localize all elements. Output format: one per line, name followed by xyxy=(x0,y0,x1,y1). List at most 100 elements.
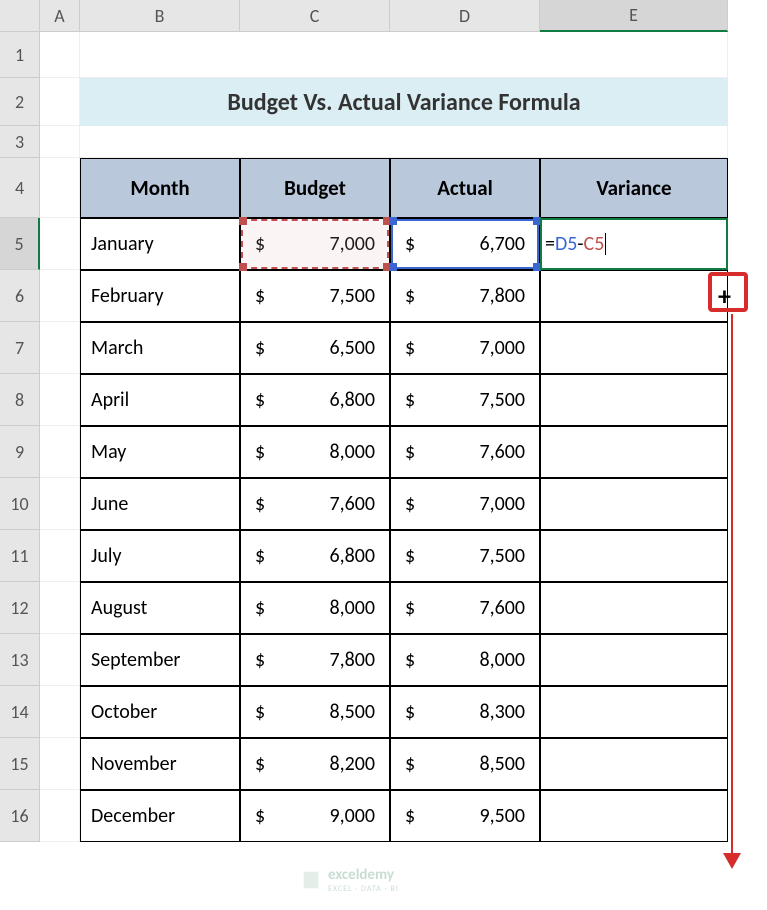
col-header-a[interactable]: A xyxy=(40,0,80,32)
budget-cell[interactable]: $6,800 xyxy=(240,530,390,582)
cell-a[interactable] xyxy=(40,634,80,686)
variance-cell[interactable] xyxy=(540,634,728,686)
col-header-b[interactable]: B xyxy=(80,0,240,32)
watermark-tag: EXCEL · DATA · BI xyxy=(328,884,399,894)
col-header-d[interactable]: D xyxy=(390,0,540,32)
row-header-11[interactable]: 11 xyxy=(0,530,40,582)
row-header-4[interactable]: 4 xyxy=(0,158,40,218)
cell-a[interactable] xyxy=(40,790,80,842)
budget-cell[interactable]: $8,500 xyxy=(240,686,390,738)
cell-a[interactable] xyxy=(40,582,80,634)
variance-cell[interactable] xyxy=(540,738,728,790)
row-header-16[interactable]: 16 xyxy=(0,790,40,842)
cell-a[interactable] xyxy=(40,426,80,478)
month-cell[interactable]: November xyxy=(80,738,240,790)
actual-cell[interactable]: $7,500 xyxy=(390,374,540,426)
variance-cell[interactable] xyxy=(540,426,728,478)
formula-equals: = xyxy=(545,232,555,256)
row-header-15[interactable]: 15 xyxy=(0,738,40,790)
month-cell[interactable]: May xyxy=(80,426,240,478)
header-month[interactable]: Month xyxy=(80,158,240,218)
row-header-2[interactable]: 2 xyxy=(0,78,40,126)
variance-cell[interactable] xyxy=(540,374,728,426)
actual-cell[interactable]: $7,000 xyxy=(390,322,540,374)
actual-cell[interactable]: $9,500 xyxy=(390,790,540,842)
cell-a3[interactable] xyxy=(40,126,80,158)
variance-cell[interactable] xyxy=(540,322,728,374)
cell-a[interactable] xyxy=(40,218,80,270)
variance-cell[interactable]: =D5-C5 xyxy=(540,218,728,270)
cell-b1[interactable] xyxy=(80,32,728,78)
variance-cell[interactable] xyxy=(540,582,728,634)
month-cell[interactable]: August xyxy=(80,582,240,634)
month-cell[interactable]: October xyxy=(80,686,240,738)
table-row: February$7,500$7,800 xyxy=(40,270,767,322)
cell-a4[interactable] xyxy=(40,158,80,218)
cell-a[interactable] xyxy=(40,530,80,582)
col-header-c[interactable]: C xyxy=(240,0,390,32)
header-budget[interactable]: Budget xyxy=(240,158,390,218)
col-header-e[interactable]: E xyxy=(540,0,728,32)
month-cell[interactable]: April xyxy=(80,374,240,426)
budget-cell[interactable]: $7,000 xyxy=(240,218,390,270)
cell-a1[interactable] xyxy=(40,32,80,78)
row-header-6[interactable]: 6 xyxy=(0,270,40,322)
month-cell[interactable]: September xyxy=(80,634,240,686)
variance-cell[interactable] xyxy=(540,686,728,738)
cell-a2[interactable] xyxy=(40,78,80,126)
variance-cell[interactable] xyxy=(540,478,728,530)
row-header-12[interactable]: 12 xyxy=(0,582,40,634)
actual-cell[interactable]: $7,600 xyxy=(390,582,540,634)
variance-cell[interactable] xyxy=(540,790,728,842)
cell-a[interactable] xyxy=(40,738,80,790)
actual-cell[interactable]: $8,000 xyxy=(390,634,540,686)
variance-cell[interactable] xyxy=(540,530,728,582)
cell-a[interactable] xyxy=(40,478,80,530)
month-cell[interactable]: February xyxy=(80,270,240,322)
row-header-7[interactable]: 7 xyxy=(0,322,40,374)
actual-cell[interactable]: $7,500 xyxy=(390,530,540,582)
actual-cell[interactable]: $7,000 xyxy=(390,478,540,530)
cell-b3[interactable] xyxy=(80,126,728,158)
cell-a[interactable] xyxy=(40,374,80,426)
row-header-13[interactable]: 13 xyxy=(0,634,40,686)
month-cell[interactable]: March xyxy=(80,322,240,374)
budget-cell[interactable]: $7,600 xyxy=(240,478,390,530)
actual-cell[interactable]: $8,500 xyxy=(390,738,540,790)
table-row: July$6,800$7,500 xyxy=(40,530,767,582)
month-cell[interactable]: December xyxy=(80,790,240,842)
actual-cell[interactable]: $8,300 xyxy=(390,686,540,738)
budget-cell[interactable]: $9,000 xyxy=(240,790,390,842)
month-cell[interactable]: July xyxy=(80,530,240,582)
budget-cell[interactable]: $7,800 xyxy=(240,634,390,686)
row-header-3[interactable]: 3 xyxy=(0,126,40,158)
cell-a[interactable] xyxy=(40,686,80,738)
row-header-10[interactable]: 10 xyxy=(0,478,40,530)
budget-cell[interactable]: $8,000 xyxy=(240,426,390,478)
row-header-14[interactable]: 14 xyxy=(0,686,40,738)
actual-cell[interactable]: $7,800 xyxy=(390,270,540,322)
title-cell[interactable]: Budget Vs. Actual Variance Formula xyxy=(80,78,728,126)
cell-a[interactable] xyxy=(40,322,80,374)
cell-a[interactable] xyxy=(40,270,80,322)
header-variance[interactable]: Variance xyxy=(540,158,728,218)
table-row: September$7,800$8,000 xyxy=(40,634,767,686)
variance-cell[interactable] xyxy=(540,270,728,322)
budget-cell[interactable]: $7,500 xyxy=(240,270,390,322)
row-header-8[interactable]: 8 xyxy=(0,374,40,426)
budget-cell[interactable]: $6,500 xyxy=(240,322,390,374)
row-header-1[interactable]: 1 xyxy=(0,32,40,78)
row-header-5[interactable]: 5 xyxy=(0,218,40,270)
month-cell[interactable]: June xyxy=(80,478,240,530)
row-header-9[interactable]: 9 xyxy=(0,426,40,478)
actual-cell[interactable]: $7,600 xyxy=(390,426,540,478)
budget-cell[interactable]: $6,800 xyxy=(240,374,390,426)
budget-cell[interactable]: $8,200 xyxy=(240,738,390,790)
table-row: August$8,000$7,600 xyxy=(40,582,767,634)
select-all-corner[interactable] xyxy=(0,0,40,32)
budget-cell[interactable]: $8,000 xyxy=(240,582,390,634)
fill-cursor-icon: + xyxy=(718,280,731,312)
month-cell[interactable]: January xyxy=(80,218,240,270)
header-actual[interactable]: Actual xyxy=(390,158,540,218)
actual-cell[interactable]: $6,700 xyxy=(390,218,540,270)
